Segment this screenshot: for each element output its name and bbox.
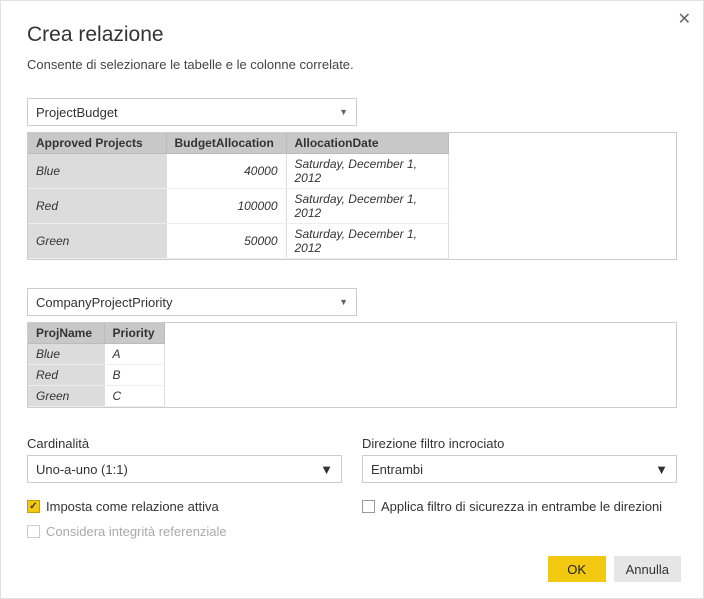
col-header[interactable]: Approved Projects — [28, 133, 166, 154]
col-header[interactable]: BudgetAllocation — [166, 133, 286, 154]
table-header-row: ProjName Priority — [28, 323, 164, 344]
security-filter-row: Applica filtro di sicurezza in entrambe … — [362, 499, 677, 514]
table1-select-value: ProjectBudget — [36, 105, 118, 120]
create-relationship-dialog: ✕ Crea relazione Consente di selezionare… — [1, 1, 703, 598]
referential-integrity-row: Considera integrità referenziale — [27, 524, 342, 539]
table-row[interactable]: Green C — [28, 386, 164, 407]
table-row[interactable]: Green 50000 Saturday, December 1, 2012 — [28, 224, 448, 259]
dialog-title: Crea relazione — [27, 23, 677, 47]
table1-preview: Approved Projects BudgetAllocation Alloc… — [27, 132, 677, 260]
table-row[interactable]: Blue 40000 Saturday, December 1, 2012 — [28, 154, 448, 189]
table2-preview: ProjName Priority Blue A Red B Green C — [27, 322, 677, 408]
chevron-down-icon: ▼ — [320, 462, 333, 477]
cardinality-select[interactable]: Uno-a-uno (1:1) ▼ — [27, 455, 342, 483]
table-row[interactable]: Red B — [28, 365, 164, 386]
chevron-down-icon: ▼ — [339, 297, 348, 307]
dialog-subtitle: Consente di selezionare le tabelle e le … — [27, 57, 677, 72]
active-relationship-label: Imposta come relazione attiva — [46, 499, 219, 514]
active-relationship-checkbox[interactable] — [27, 500, 40, 513]
crossfilter-label: Direzione filtro incrociato — [362, 436, 677, 451]
cardinality-value: Uno-a-uno (1:1) — [36, 462, 128, 477]
referential-integrity-label: Considera integrità referenziale — [46, 524, 227, 539]
chevron-down-icon: ▼ — [339, 107, 348, 117]
cancel-button[interactable]: Annulla — [614, 556, 681, 582]
table1-select[interactable]: ProjectBudget ▼ — [27, 98, 357, 126]
security-filter-checkbox[interactable] — [362, 500, 375, 513]
crossfilter-select[interactable]: Entrambi ▼ — [362, 455, 677, 483]
referential-integrity-checkbox — [27, 525, 40, 538]
dialog-footer: OK Annulla — [548, 556, 681, 582]
close-icon[interactable]: ✕ — [678, 9, 691, 29]
col-header[interactable]: AllocationDate — [286, 133, 448, 154]
table-header-row: Approved Projects BudgetAllocation Alloc… — [28, 133, 448, 154]
active-relationship-row: Imposta come relazione attiva — [27, 499, 342, 514]
chevron-down-icon: ▼ — [655, 462, 668, 477]
col-header[interactable]: Priority — [104, 323, 164, 344]
table-row[interactable]: Blue A — [28, 344, 164, 365]
cardinality-label: Cardinalità — [27, 436, 342, 451]
crossfilter-value: Entrambi — [371, 462, 423, 477]
table2-select[interactable]: CompanyProjectPriority ▼ — [27, 288, 357, 316]
table2-select-value: CompanyProjectPriority — [36, 295, 173, 310]
table-row[interactable]: Red 100000 Saturday, December 1, 2012 — [28, 189, 448, 224]
col-header[interactable]: ProjName — [28, 323, 104, 344]
ok-button[interactable]: OK — [548, 556, 606, 582]
security-filter-label: Applica filtro di sicurezza in entrambe … — [381, 499, 662, 514]
